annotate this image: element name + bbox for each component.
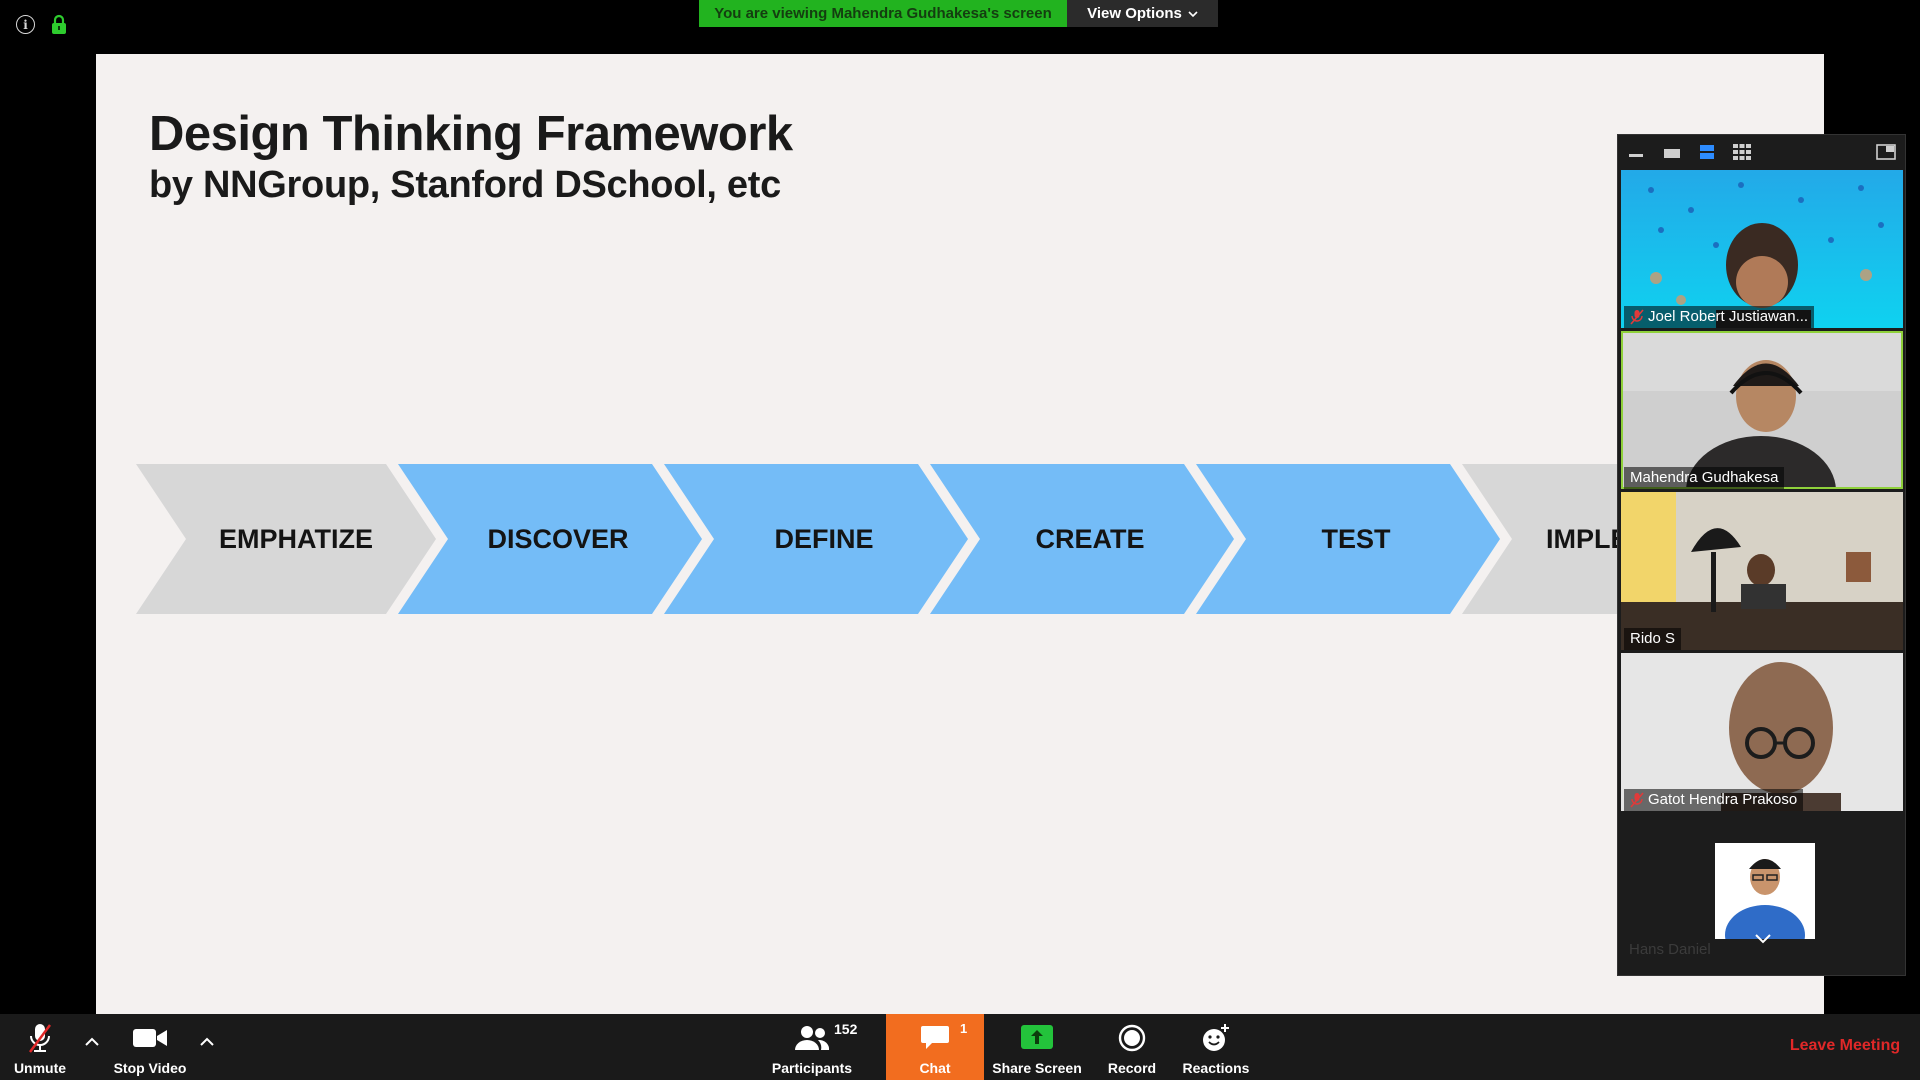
slide-title: Design Thinking Framework [149, 107, 793, 161]
stage-label-discover: DISCOVER [487, 523, 629, 554]
participant-name: Gatot Hendra Prakoso [1648, 791, 1798, 808]
participant-video-tile[interactable]: Rido S [1621, 492, 1903, 650]
participant-video-tile[interactable]: Gatot Hendra Prakoso [1621, 653, 1903, 811]
participant-video-feed [1621, 170, 1903, 328]
stage-label-emphatize: EMPHATIZE [219, 523, 373, 554]
participant-name: Mahendra Gudhakesa [1630, 469, 1779, 486]
video-options-caret-icon[interactable] [199, 1036, 215, 1048]
stage-label-define: DEFINE [774, 523, 874, 554]
encryption-lock-icon[interactable] [51, 14, 67, 34]
gallery-toolbar [1618, 135, 1907, 169]
chat-label: Chat [919, 1060, 951, 1076]
hide-video-icon[interactable] [1663, 143, 1681, 161]
audio-options-caret-icon[interactable] [84, 1036, 100, 1048]
chat-unread-badge: 1 [960, 1021, 968, 1036]
reactions-button[interactable]: Reactions [1178, 1014, 1254, 1080]
chat-bubble-icon [921, 1026, 949, 1049]
meeting-controls-bar: Unmute Stop Video Participants 152 Chat … [0, 1014, 1920, 1080]
participant-name-label: Joel Robert Justiawan... [1624, 306, 1815, 328]
muted-microphone-icon [28, 1024, 52, 1053]
participant-name-label: Gatot Hendra Prakoso [1624, 789, 1804, 811]
design-thinking-stages: EMPHATIZE DISCOVER DEFINE CREATE TEST IM… [96, 464, 1824, 614]
chevron-down-icon [1188, 10, 1198, 17]
participant-name-label: Rido S [1624, 628, 1682, 650]
reactions-smiley-icon [1203, 1024, 1229, 1051]
participant-name-label: Mahendra Gudhakesa [1624, 467, 1785, 489]
speaker-view-icon[interactable] [1698, 143, 1716, 161]
share-screen-button[interactable]: Share Screen [990, 1014, 1084, 1080]
shared-screen-slide: Design Thinking Framework by NNGroup, St… [96, 54, 1824, 1014]
participant-video-tile[interactable]: Joel Robert Justiawan... [1621, 170, 1903, 328]
participant-video-feed [1621, 653, 1903, 811]
slide-subtitle: by NNGroup, Stanford DSchool, etc [149, 164, 781, 206]
chat-button[interactable]: Chat [886, 1014, 984, 1080]
participant-name: Hans Daniel [1629, 941, 1711, 958]
unmute-button[interactable]: Unmute [6, 1014, 74, 1080]
view-options-label: View Options [1087, 5, 1182, 22]
participant-video-tile-active-speaker[interactable]: Mahendra Gudhakesa [1621, 331, 1903, 489]
participants-label: Participants [771, 1060, 853, 1076]
record-button[interactable]: Record [1100, 1014, 1164, 1080]
view-options-button[interactable]: View Options [1067, 0, 1218, 27]
share-screen-icon [1021, 1025, 1053, 1049]
video-camera-icon [133, 1029, 167, 1047]
participant-video-feed [1621, 331, 1903, 489]
stage-label-create: CREATE [1035, 523, 1145, 554]
record-icon [1118, 1024, 1146, 1052]
stage-label-test: TEST [1321, 523, 1391, 554]
unmute-label: Unmute [13, 1060, 67, 1076]
participant-name: Joel Robert Justiawan... [1648, 308, 1809, 325]
participants-icon [795, 1026, 830, 1050]
muted-mic-icon [1630, 309, 1644, 325]
stop-video-button[interactable]: Stop Video [108, 1014, 192, 1080]
record-label: Record [1107, 1060, 1157, 1076]
participant-name: Rido S [1630, 630, 1676, 647]
reactions-label: Reactions [1182, 1060, 1250, 1076]
leave-meeting-button[interactable]: Leave Meeting [1780, 1031, 1910, 1061]
scroll-down-chevron-icon[interactable] [1754, 933, 1772, 945]
stop-video-label: Stop Video [113, 1060, 187, 1076]
meeting-info-icon[interactable]: i [16, 15, 35, 34]
screen-share-banner: You are viewing Mahendra Gudhakesa's scr… [699, 0, 1067, 27]
muted-mic-icon [1630, 792, 1644, 808]
participant-video-feed [1621, 492, 1903, 650]
minimize-icon[interactable] [1628, 143, 1644, 161]
gallery-grid-icon[interactable] [1732, 143, 1752, 161]
pop-out-icon[interactable] [1876, 143, 1896, 161]
share-screen-label: Share Screen [992, 1060, 1082, 1076]
profile-picture [1715, 843, 1815, 939]
video-gallery-panel: Joel Robert Justiawan... Mahendra Gudhak… [1617, 134, 1906, 976]
participant-avatar-tile[interactable]: Hans Daniel [1621, 823, 1903, 973]
participants-count: 152 [834, 1021, 858, 1037]
